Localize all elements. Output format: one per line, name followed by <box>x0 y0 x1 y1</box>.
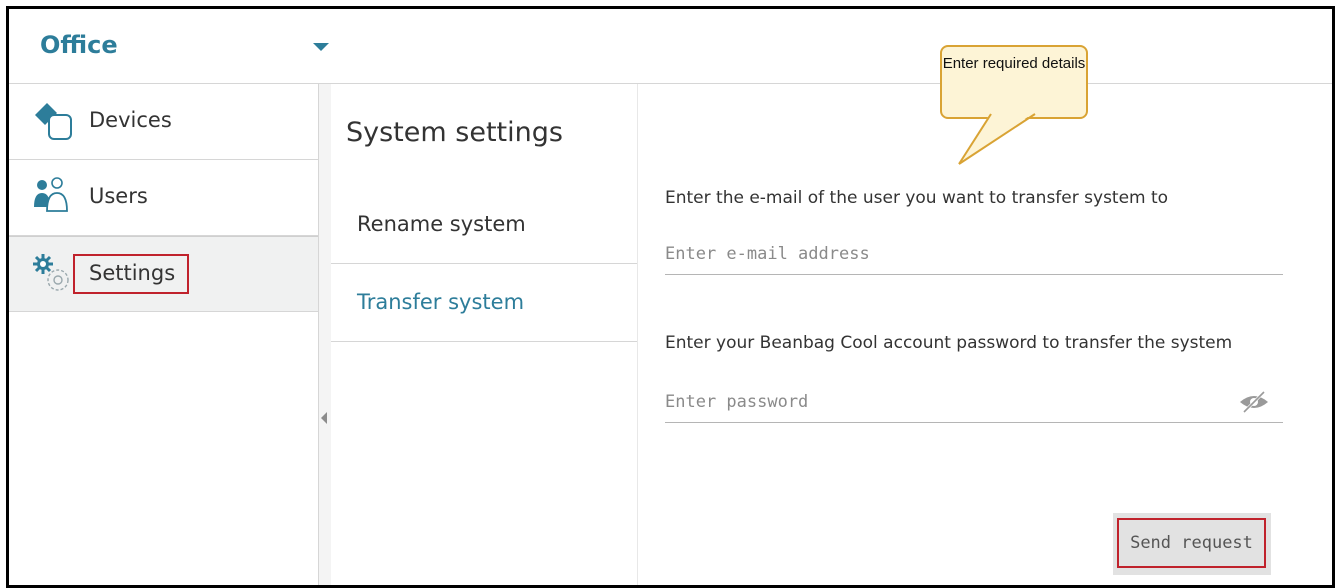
settings-gear-icon <box>33 254 69 291</box>
password-field[interactable] <box>665 382 1283 423</box>
chevron-down-icon[interactable] <box>313 43 329 51</box>
password-label: Enter your Beanbag Cool account password… <box>665 333 1233 353</box>
submenu-item-label: Rename system <box>357 212 526 236</box>
send-request-button[interactable]: Send request <box>1113 513 1271 575</box>
sidebar-item-settings[interactable]: Settings <box>9 236 319 312</box>
settings-submenu: System settings Rename system Transfer s… <box>331 84 638 585</box>
main-sidebar: Devices Users Settings <box>9 84 320 585</box>
panel-title: System settings <box>346 117 563 148</box>
email-field[interactable] <box>665 234 1283 275</box>
site-selector-label[interactable]: Office <box>40 31 118 59</box>
sidebar-item-label: Users <box>89 184 148 208</box>
eye-slash-icon[interactable] <box>1237 391 1271 413</box>
chevron-left-icon[interactable] <box>321 412 327 424</box>
submenu-item-transfer-system[interactable]: Transfer system <box>331 264 637 342</box>
users-icon <box>34 177 68 212</box>
sidebar-item-label: Devices <box>89 108 172 132</box>
sidebar-item-users[interactable]: Users <box>9 160 319 236</box>
submenu-item-label: Transfer system <box>357 290 525 314</box>
send-request-label: Send request <box>1117 518 1266 568</box>
email-label: Enter the e-mail of the user you want to… <box>665 188 1169 208</box>
sidebar-collapse-handle[interactable] <box>318 84 332 585</box>
app-window: Office Devices Users Settings System set… <box>6 6 1335 588</box>
sidebar-item-devices[interactable]: Devices <box>9 84 319 160</box>
highlight-box <box>73 254 189 294</box>
top-bar: Office <box>9 9 1332 84</box>
submenu-item-rename-system[interactable]: Rename system <box>331 186 637 264</box>
tooltip-callout: Enter required details <box>940 45 1088 119</box>
callout-pointer <box>958 112 1036 165</box>
devices-icon <box>35 103 72 140</box>
